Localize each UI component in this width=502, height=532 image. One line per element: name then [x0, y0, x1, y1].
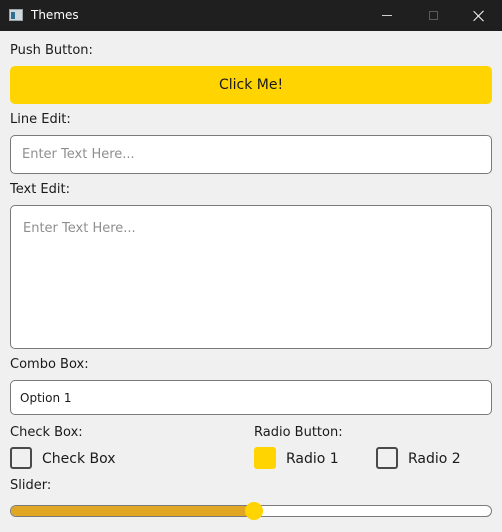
line-edit-placeholder: Enter Text Here...: [22, 147, 135, 162]
title-bar: Themes: [0, 0, 502, 31]
maximize-button[interactable]: [410, 0, 456, 31]
combo-box-label: Combo Box:: [10, 357, 89, 372]
radio-1-button[interactable]: [254, 447, 276, 469]
click-me-button[interactable]: Click Me!: [10, 66, 492, 104]
line-edit-label: Line Edit:: [10, 112, 71, 127]
minimize-icon: [382, 15, 392, 16]
check-box-option-label[interactable]: Check Box: [42, 451, 116, 468]
combo-box[interactable]: Option 1: [10, 380, 492, 415]
line-edit-input[interactable]: Enter Text Here...: [10, 135, 492, 174]
check-box-label: Check Box:: [10, 425, 83, 440]
minimize-button[interactable]: [364, 0, 410, 31]
app-window-icon: [9, 9, 23, 21]
slider-label: Slider:: [10, 478, 52, 493]
radio-2-label[interactable]: Radio 2: [408, 451, 461, 468]
text-edit-label: Text Edit:: [10, 182, 70, 197]
combo-box-selected-value: Option 1: [20, 391, 72, 405]
radio-button-label: Radio Button:: [254, 425, 343, 440]
push-button-label: Push Button:: [10, 43, 93, 58]
maximize-icon: [428, 11, 438, 20]
radio-2-button[interactable]: [376, 447, 398, 469]
check-box[interactable]: [10, 447, 32, 469]
window-title: Themes: [31, 8, 79, 22]
close-icon: [473, 10, 485, 22]
text-edit-area[interactable]: Enter Text Here...: [10, 205, 492, 349]
close-button[interactable]: [456, 0, 502, 31]
text-edit-placeholder: Enter Text Here...: [23, 221, 136, 236]
slider-fill: [11, 506, 252, 516]
slider-handle[interactable]: [245, 502, 263, 520]
radio-1-label[interactable]: Radio 1: [286, 451, 339, 468]
